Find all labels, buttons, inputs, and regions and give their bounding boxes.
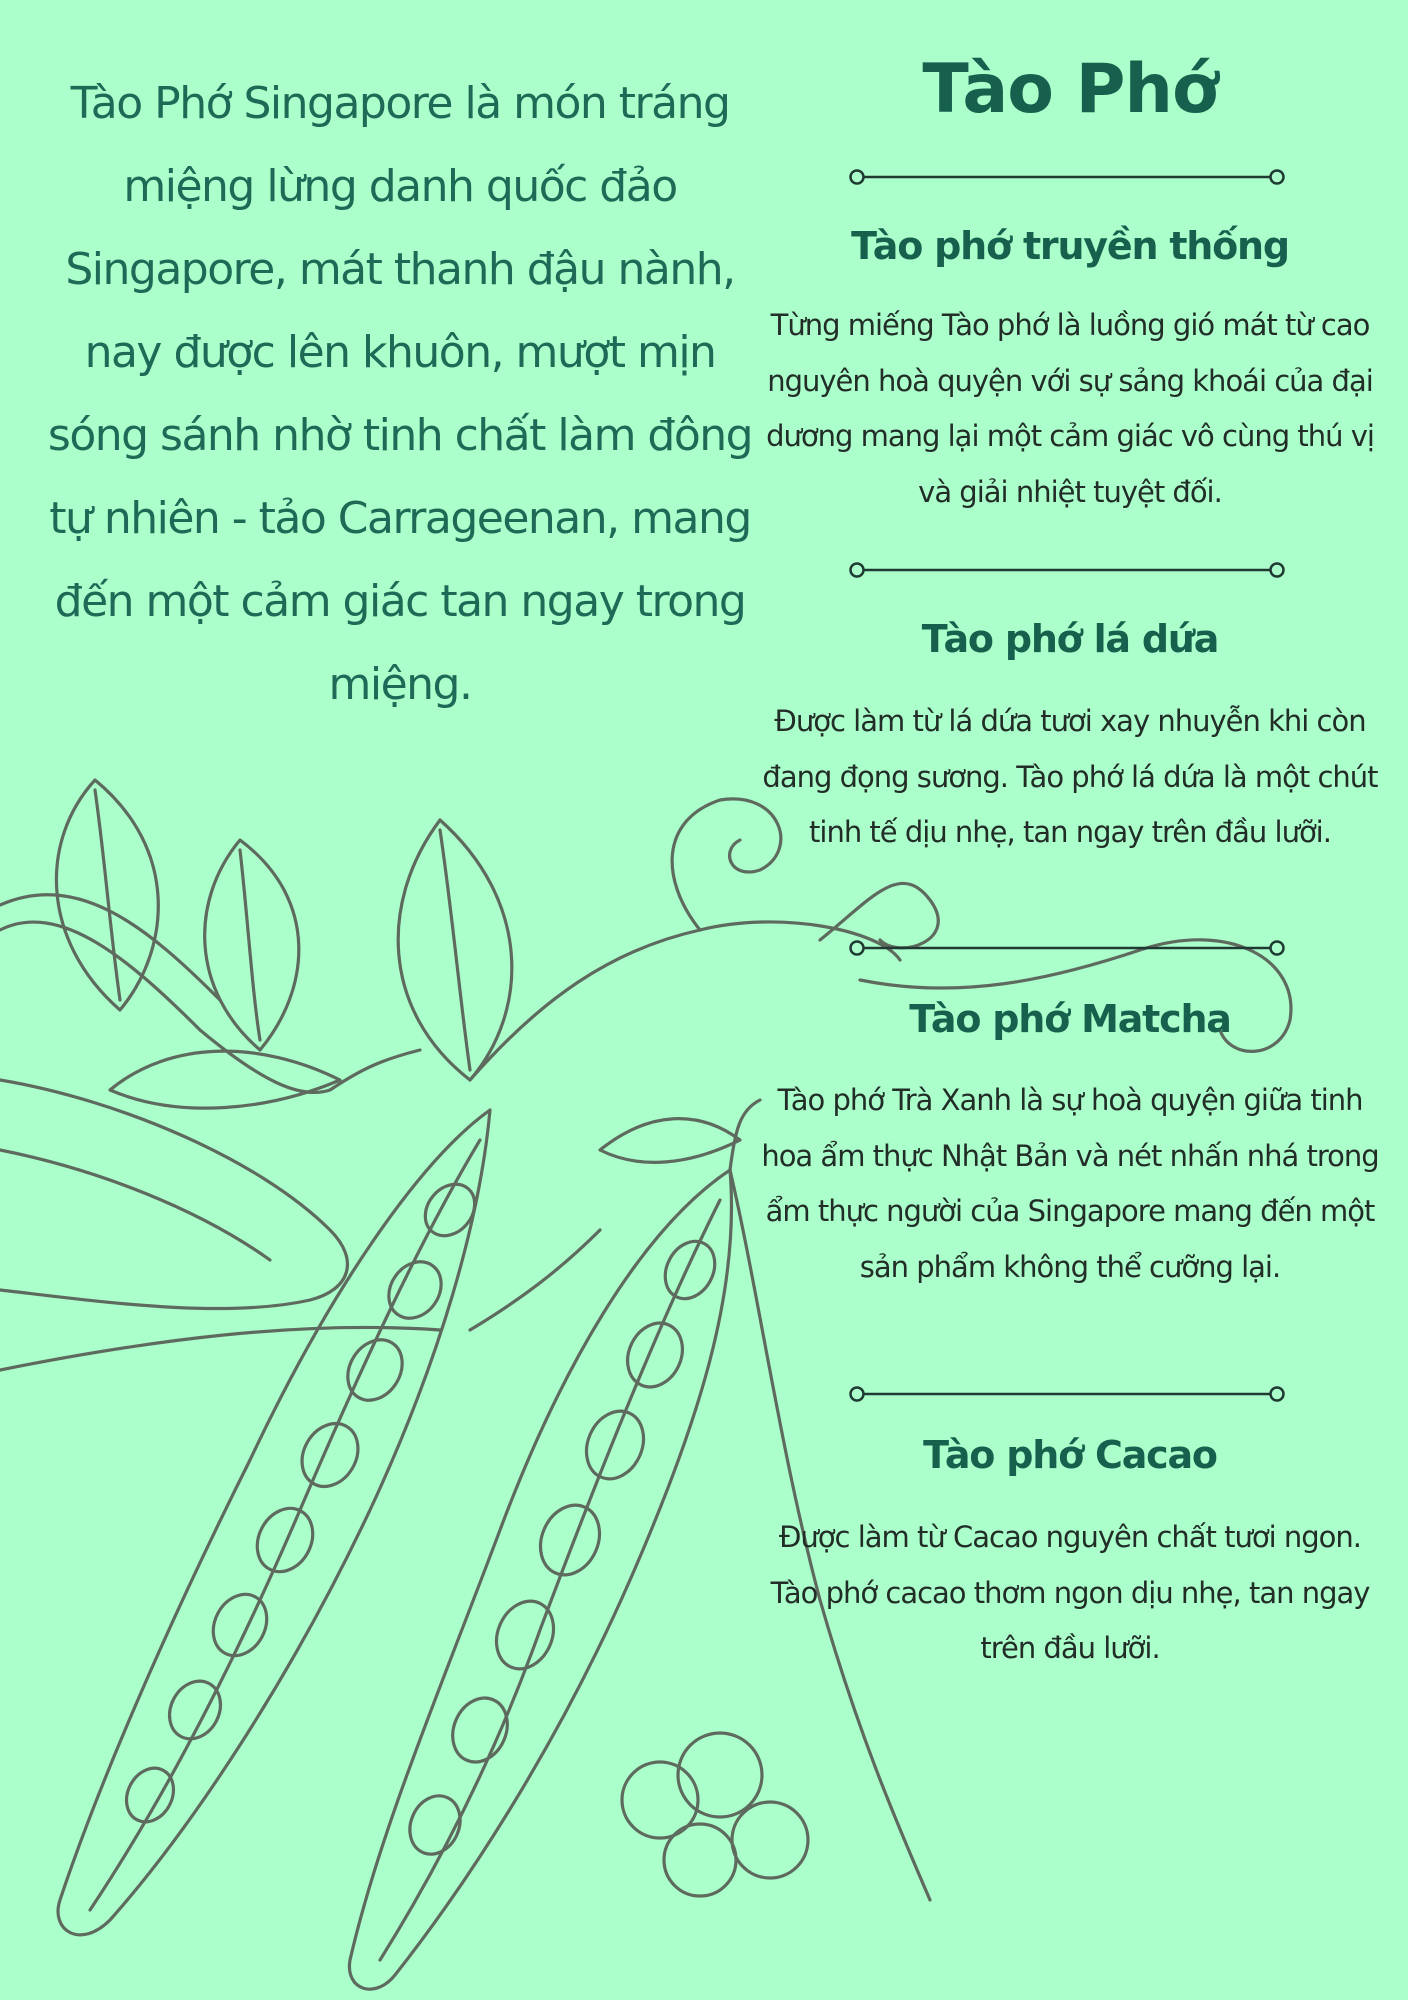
leaf-icon [598, 1117, 742, 1164]
pea-icon [584, 1409, 646, 1481]
pea-icon [730, 1800, 810, 1880]
pea-icon [408, 1794, 462, 1856]
pea-icon [211, 1592, 269, 1658]
section-title-cacao: Tào phớ Cacao [923, 1433, 1218, 1477]
section-description-pandan: Được làm từ lá dứa tươi xay nhuyễn khi c… [762, 704, 1378, 849]
line-divider-icon [849, 1386, 1285, 1402]
line-divider-icon [849, 562, 1285, 578]
pea-icon [662, 1822, 738, 1898]
section-title-traditional: Tào phớ truyền thống [851, 224, 1290, 268]
pea-icon [538, 1503, 602, 1577]
leaf-icon [203, 838, 301, 1052]
vine-stem-icon [0, 920, 422, 1095]
section-description-traditional: Từng miếng Tào phớ là luồng gió mát từ c… [766, 308, 1375, 509]
pea-icon [451, 1696, 509, 1764]
intro-paragraph: Tào Phớ Singapore là món tráng miệng lừn… [47, 78, 754, 710]
pea-icon [494, 1599, 556, 1671]
pea-icon [663, 1239, 717, 1301]
pea-icon [423, 1182, 477, 1238]
pea-pod-icon [347, 1168, 734, 1991]
pea-icon [255, 1506, 315, 1574]
leaf-icon [108, 1049, 342, 1110]
section-title-matcha: Tào phớ Matcha [909, 997, 1232, 1041]
pea-icon [300, 1422, 360, 1488]
pea-icon [626, 1321, 684, 1389]
section-description-matcha: Tào phớ Trà Xanh là sự hoà quyện giữa ti… [761, 1083, 1379, 1284]
section-description-cacao: Được làm từ Cacao nguyên chất tươi ngon.… [770, 1520, 1371, 1665]
pea-icon [387, 1260, 443, 1320]
section-title-pandan: Tào phớ lá dứa [921, 617, 1220, 661]
line-divider-icon [849, 169, 1285, 185]
menu-title: Tào Phớ [922, 50, 1218, 129]
line-divider-icon [849, 940, 1285, 956]
pea-pod-icon [56, 1108, 492, 1937]
